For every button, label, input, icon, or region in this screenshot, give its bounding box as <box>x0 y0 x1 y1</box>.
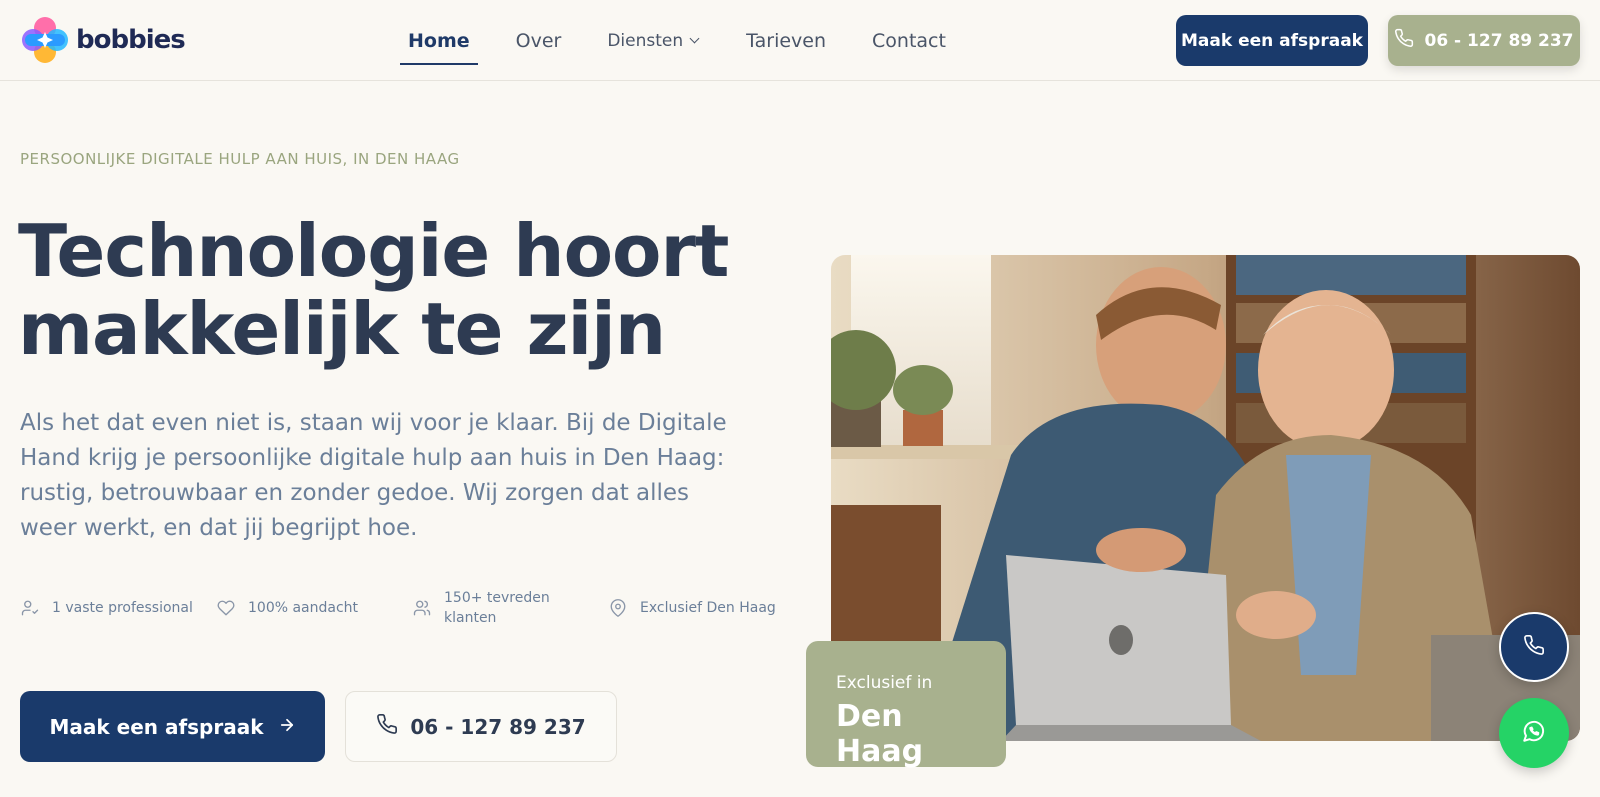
header-appointment-button[interactable]: Maak een afspraak <box>1176 15 1368 66</box>
feature-label: 1 vaste professional <box>52 600 193 616</box>
nav-item-contact[interactable]: Contact <box>872 0 946 81</box>
headline-line-1: Technologie hoort <box>18 209 729 293</box>
badge-small-text: Exclusief in <box>836 673 933 693</box>
hero-phone-label: 06 - 127 89 237 <box>410 714 586 739</box>
map-pin-icon <box>608 598 628 618</box>
nav-item-diensten[interactable]: Diensten <box>607 0 700 81</box>
feature-item: 100% aandacht <box>216 588 412 628</box>
feature-label: Exclusief Den Haag <box>640 600 776 616</box>
phone-icon <box>1523 634 1545 660</box>
feature-item: 1 vaste professional <box>20 588 216 628</box>
hero-headline: Technologie hoort makkelijk te zijn <box>18 212 738 368</box>
nav-item-label: Diensten <box>607 30 684 51</box>
hero-phone-button[interactable]: 06 - 127 89 237 <box>345 691 617 762</box>
headline-line-2: makkelijk te zijn <box>18 287 666 371</box>
location-badge: Exclusief in Den Haag <box>806 641 1006 769</box>
nav-item-label: Contact <box>872 29 946 52</box>
hero-eyebrow: PERSOONLIJKE DIGITALE HULP AAN HUIS, IN … <box>20 150 460 168</box>
whatsapp-icon <box>1521 718 1547 748</box>
nav-item-tarieven[interactable]: Tarieven <box>746 0 826 81</box>
feature-label: 150+ tevreden klanten <box>444 590 550 626</box>
hero-appointment-label: Maak een afspraak <box>49 714 264 739</box>
header-phone-label: 06 - 127 89 237 <box>1424 30 1574 51</box>
heart-icon <box>216 598 236 618</box>
arrow-right-icon <box>278 715 296 739</box>
floating-whatsapp-button[interactable] <box>1499 698 1569 768</box>
header-phone-button[interactable]: 06 - 127 89 237 <box>1388 15 1580 66</box>
hero-appointment-button[interactable]: Maak een afspraak <box>20 691 325 762</box>
header-appointment-label: Maak een afspraak <box>1181 30 1363 51</box>
hero-intro: Als het dat even niet is, staan wij voor… <box>20 410 727 541</box>
phone-icon <box>1394 28 1414 53</box>
user-check-icon <box>20 598 40 618</box>
users-icon <box>412 598 432 618</box>
feature-list: 1 vaste professional 100% aandacht 150+ … <box>20 588 776 628</box>
feature-item: 150+ tevreden klanten <box>412 588 608 628</box>
nav-item-label: Tarieven <box>746 29 827 52</box>
nav-item-label: Over <box>515 29 562 52</box>
badge-big-text: Den Haag <box>836 699 924 769</box>
floating-call-button[interactable] <box>1499 612 1569 682</box>
nav-item-home[interactable]: Home <box>400 0 478 81</box>
chevron-down-icon <box>689 33 700 43</box>
phone-icon <box>376 713 398 740</box>
nav-item-over[interactable]: Over <box>516 0 562 81</box>
brand-logo[interactable]: bobbies <box>20 15 186 65</box>
main-nav: Home Over Diensten Tarieven Contact <box>400 0 946 81</box>
bobbies-logo-icon <box>20 15 70 65</box>
nav-item-label: Home <box>408 29 470 52</box>
site-header: bobbies Home Over Diensten Tarieven Cont… <box>0 0 1600 81</box>
feature-item: Exclusief Den Haag <box>608 588 776 628</box>
feature-label: 100% aandacht <box>248 600 359 616</box>
brand-name: bobbies <box>76 25 186 55</box>
